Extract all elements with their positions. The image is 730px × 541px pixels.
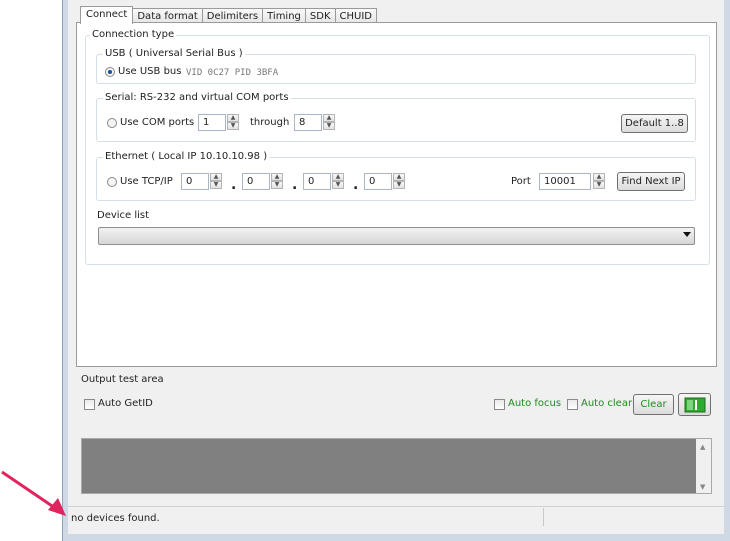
auto-clear-checkbox[interactable] [567,399,578,410]
ip-octet-2-stepper[interactable]: ▲ ▼ [271,173,283,190]
com-to-input[interactable]: 8 [294,114,322,131]
ethernet-group-label: Ethernet ( Local IP 10.10.10.98 ) [103,151,270,163]
usb-vid-pid: VID 0C27 PID 3BFA [186,68,279,78]
com-from-input[interactable]: 1 [198,114,226,131]
up-arrow-icon[interactable]: ▲ [210,173,222,181]
chevron-down-icon[interactable] [683,232,691,237]
annotation-arrow-icon [1,470,66,516]
down-arrow-icon[interactable]: ▼ [393,181,405,189]
up-arrow-icon[interactable]: ▲ [323,114,335,122]
serial-group-label: Serial: RS-232 and virtual COM ports [103,92,291,104]
clear-button[interactable]: Clear [633,394,674,415]
com-to-stepper[interactable]: ▲ ▼ [323,114,335,131]
ip-octet-1-input[interactable]: 0 [181,173,209,190]
down-arrow-icon[interactable]: ▼ [271,181,283,189]
ip-octet-3-input[interactable]: 0 [303,173,331,190]
find-next-ip-button[interactable]: Find Next IP [617,172,685,191]
scroll-up-icon[interactable]: ▲ [700,441,705,453]
auto-clear-label: Auto clear [581,398,633,409]
port-stepper[interactable]: ▲ ▼ [593,173,605,190]
output-text-area[interactable] [81,438,712,494]
up-arrow-icon[interactable]: ▲ [332,173,344,181]
usb-group-label: USB ( Universal Serial Bus ) [103,48,245,60]
usb-option-label: Use USB bus [118,66,182,77]
scroll-down-icon[interactable]: ▼ [700,481,705,493]
through-label: through [250,117,290,128]
up-arrow-icon[interactable]: ▲ [227,114,239,122]
up-arrow-icon[interactable]: ▲ [271,173,283,181]
ip-dot: . [231,177,237,193]
tcpip-radio[interactable] [107,177,117,187]
default-com-button[interactable]: Default 1..8 [621,114,688,133]
output-scrollbar[interactable]: ▲ ▼ [696,439,711,493]
tab-strip: Connect Data format Delimiters Timing SD… [80,6,377,24]
auto-getid-label: Auto GetID [98,398,153,409]
auto-focus-checkbox[interactable] [494,399,505,410]
ip-dot: . [353,177,359,193]
status-separator [543,508,544,526]
com-ports-radio[interactable] [107,118,117,128]
output-area-title: Output test area [81,374,164,385]
com-ports-label: Use COM ports [120,117,195,128]
ip-octet-1-stepper[interactable]: ▲ ▼ [210,173,222,190]
port-input[interactable]: 10001 [539,173,591,190]
auto-focus-label: Auto focus [508,398,562,409]
ip-octet-3-stepper[interactable]: ▲ ▼ [332,173,344,190]
down-arrow-icon[interactable]: ▼ [323,122,335,130]
device-list-dropdown[interactable] [98,227,695,245]
auto-getid-checkbox[interactable] [84,399,95,410]
down-arrow-icon[interactable]: ▼ [227,122,239,130]
ip-octet-4-stepper[interactable]: ▲ ▼ [393,173,405,190]
tab-connect[interactable]: Connect [80,6,134,24]
status-bar: no devices found. [68,506,724,529]
up-arrow-icon[interactable]: ▲ [593,173,605,181]
ip-octet-4-input[interactable]: 0 [364,173,392,190]
tcpip-label: Use TCP/IP [120,176,173,187]
ip-dot: . [292,177,298,193]
ip-octet-2-input[interactable]: 0 [242,173,270,190]
down-arrow-icon[interactable]: ▼ [210,181,222,189]
port-label: Port [511,176,531,187]
device-list-label: Device list [97,210,150,221]
connection-type-title: Connection type [90,29,177,41]
down-arrow-icon[interactable]: ▼ [332,181,344,189]
status-text: no devices found. [71,513,160,524]
save-log-button[interactable] [678,393,711,416]
up-arrow-icon[interactable]: ▲ [393,173,405,181]
usb-radio[interactable] [105,67,115,77]
com-from-stepper[interactable]: ▲ ▼ [227,114,239,131]
export-icon [684,397,706,413]
down-arrow-icon[interactable]: ▼ [593,181,605,189]
